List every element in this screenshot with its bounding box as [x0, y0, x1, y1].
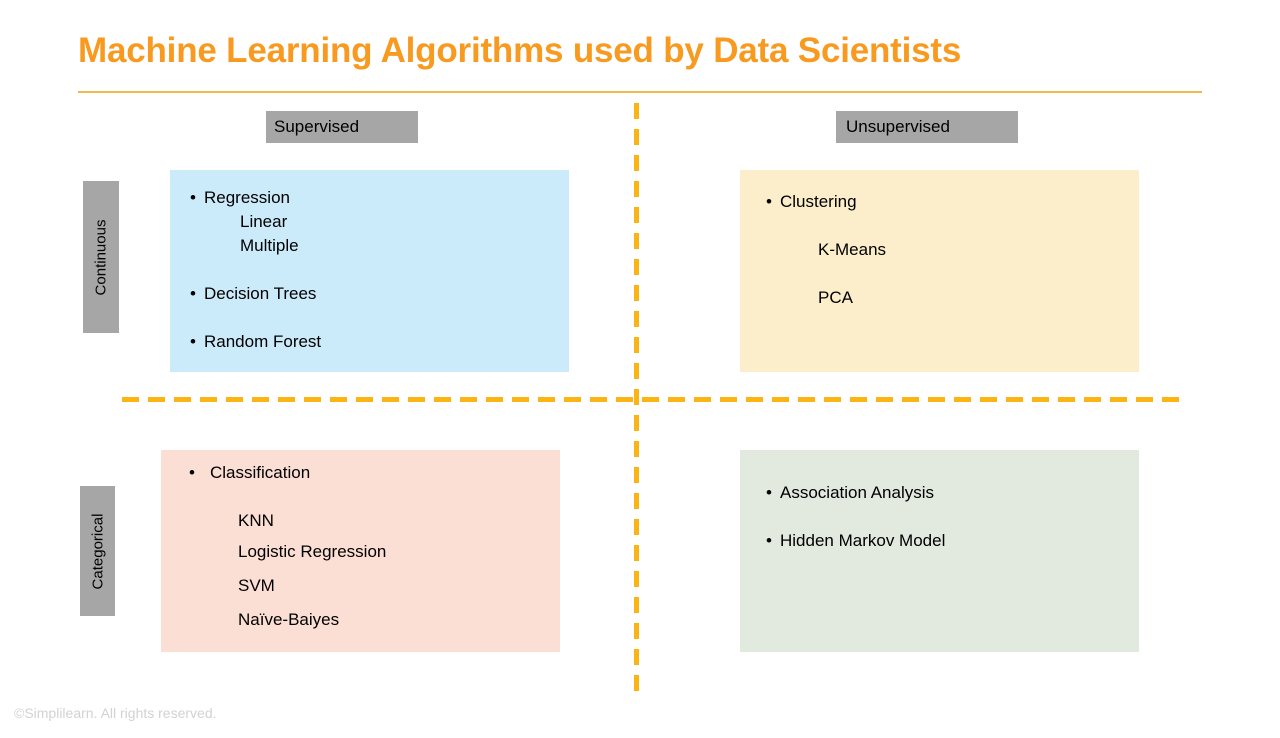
- column-header-supervised: Supervised: [266, 111, 418, 143]
- list-item-label: Association Analysis: [780, 483, 935, 502]
- list-item: PCA: [818, 288, 853, 307]
- list-item-label: Clustering: [780, 192, 857, 211]
- list-item-label: Regression: [204, 188, 290, 207]
- list-item-label: Decision Trees: [204, 284, 317, 303]
- list-item: K-Means: [818, 240, 887, 259]
- list-item: • Association Analysis: [766, 483, 934, 503]
- row-header-continuous-label: Continuous: [92, 219, 110, 295]
- list-item: • Classification: [189, 463, 310, 483]
- column-header-unsupervised-label: Unsupervised: [846, 117, 950, 136]
- quadrant-supervised-continuous: • Regression Linear Multiple • Decision …: [170, 170, 569, 372]
- list-item: • Regression: [190, 188, 290, 208]
- bullet-icon: •: [766, 483, 772, 502]
- divider-horizontal-dashed: [122, 397, 1186, 402]
- bullet-icon: •: [189, 463, 195, 482]
- list-item: • Random Forest: [190, 332, 321, 352]
- bullet-icon: •: [190, 332, 196, 351]
- row-header-categorical: Categorical: [80, 486, 115, 616]
- footer-copyright: ©Simplilearn. All rights reserved.: [14, 705, 217, 721]
- list-item: Multiple: [240, 236, 299, 255]
- column-header-supervised-label: Supervised: [274, 117, 360, 136]
- list-item-label: Random Forest: [204, 332, 322, 351]
- page-title: Machine Learning Algorithms used by Data…: [78, 31, 962, 70]
- title-divider-rule: [78, 91, 1202, 93]
- quadrant-unsupervised-categorical: • Association Analysis • Hidden Markov M…: [740, 450, 1139, 652]
- bullet-icon: •: [190, 284, 196, 303]
- list-item: Naïve-Baiyes: [238, 610, 340, 629]
- list-item: KNN: [238, 511, 274, 530]
- list-item: • Decision Trees: [190, 284, 316, 304]
- slide-canvas: Machine Learning Algorithms used by Data…: [0, 0, 1280, 738]
- list-item: SVM: [238, 576, 275, 595]
- column-header-unsupervised: Unsupervised: [836, 111, 1018, 143]
- bullet-icon: •: [766, 192, 772, 211]
- list-item: • Clustering: [766, 192, 857, 212]
- list-item-label: Classification: [210, 463, 311, 482]
- list-item: Linear: [240, 212, 288, 231]
- row-header-continuous: Continuous: [83, 181, 119, 333]
- quadrant-supervised-categorical: • Classification KNN Logistic Regression…: [161, 450, 560, 652]
- list-item-label: Hidden Markov Model: [780, 531, 946, 550]
- bullet-icon: •: [766, 531, 772, 550]
- list-item: • Hidden Markov Model: [766, 531, 945, 551]
- bullet-icon: •: [190, 188, 196, 207]
- list-item: Logistic Regression: [238, 542, 387, 561]
- row-header-categorical-label: Categorical: [89, 513, 106, 589]
- quadrant-unsupervised-continuous: • Clustering K-Means PCA: [740, 170, 1139, 372]
